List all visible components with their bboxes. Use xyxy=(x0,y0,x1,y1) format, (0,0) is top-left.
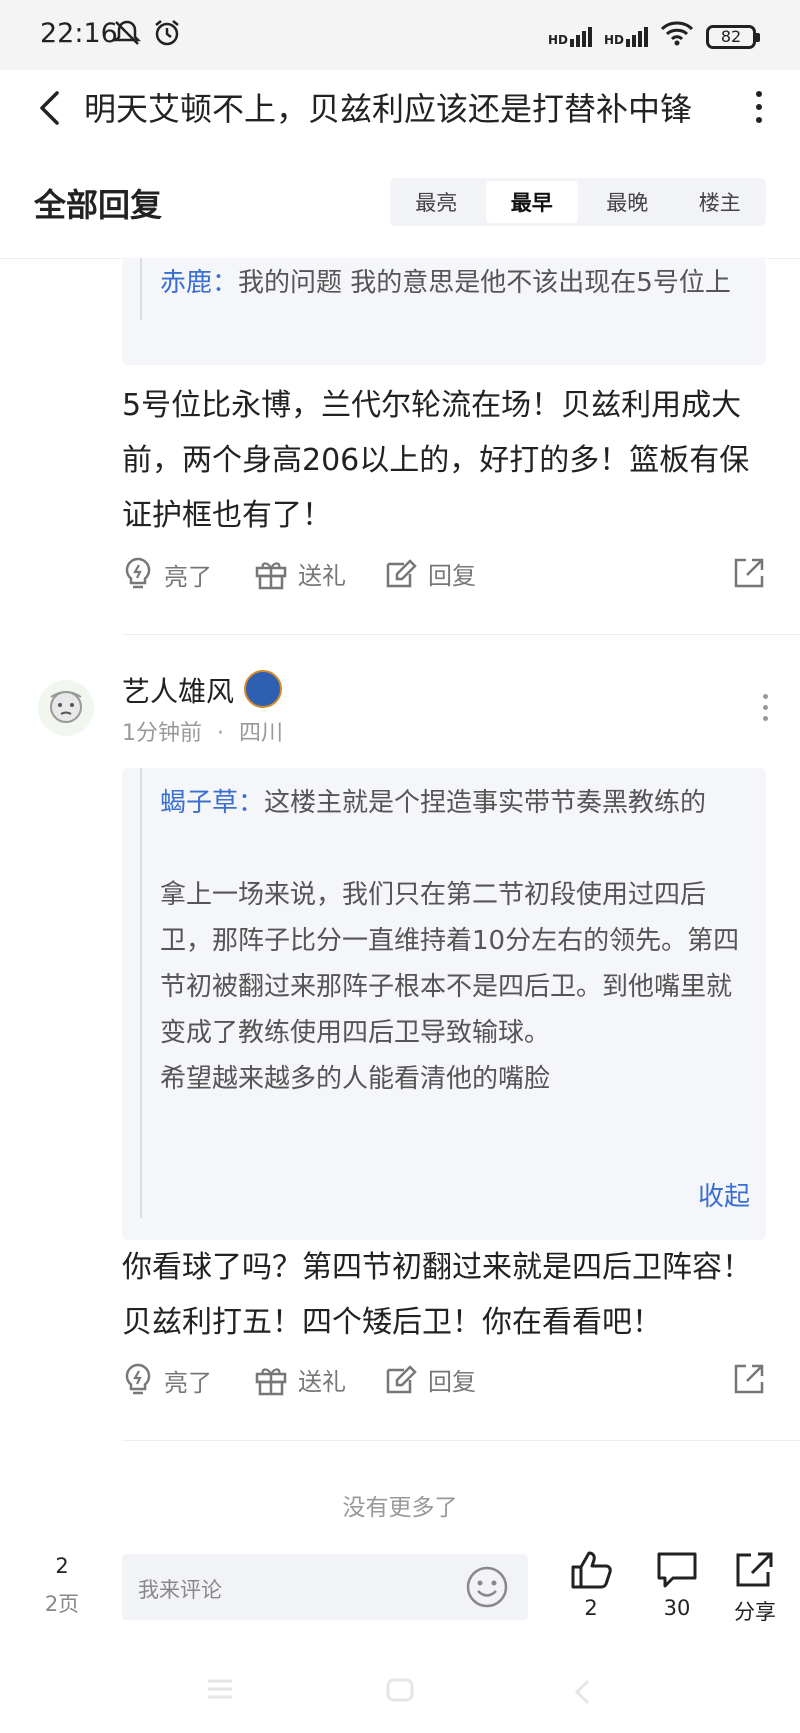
gift-icon xyxy=(255,561,287,589)
gift-label: 送礼 xyxy=(298,1368,346,1396)
alarm-icon xyxy=(152,18,182,55)
bottom-bar: 2 2页 我来评论 2 30 分享 xyxy=(0,1532,800,1642)
emoji-icon[interactable] xyxy=(464,1564,510,1614)
reply-label: 回复 xyxy=(428,1368,476,1396)
comment-input[interactable]: 我来评论 xyxy=(122,1554,528,1620)
share-label: 分享 xyxy=(734,1600,776,1624)
reply-label: 回复 xyxy=(428,562,476,590)
battery-icon: 82 xyxy=(706,24,760,49)
post-time: 1分钟前 xyxy=(122,721,202,746)
hd-label-2: HD xyxy=(603,32,624,47)
light-label: 亮了 xyxy=(164,1368,212,1397)
reply-text-2: 你看球了吗？第四节初翻过来就是四后卫阵容！贝兹利打五！四个矮后卫！你在看看吧！ xyxy=(122,1250,752,1340)
wifi-icon xyxy=(660,20,694,53)
comment-button[interactable]: 30 xyxy=(642,1550,712,1620)
post-location: 四川 xyxy=(239,721,284,746)
title-bar: 明天艾顿不上，贝兹利应该还是打替补中锋 xyxy=(0,70,800,147)
gift-button-2[interactable]: 送礼 xyxy=(254,1362,346,1397)
share-button[interactable]: 分享 xyxy=(720,1550,790,1626)
gift-icon xyxy=(255,1367,287,1395)
tab-op[interactable]: 楼主 xyxy=(674,178,767,226)
sort-tabs: 最亮 最早 最晚 楼主 xyxy=(390,178,766,226)
quote-box: 赤鹿：我的问题 我的意思是他不该出现在5号位上 xyxy=(122,258,766,365)
share-icon[interactable] xyxy=(732,556,766,594)
status-bar: 22:16 HD HD 82 xyxy=(0,0,800,70)
username[interactable]: 艺人雄风 xyxy=(122,670,234,710)
like-button[interactable]: 2 xyxy=(556,1550,626,1620)
reply-button[interactable]: 回复 xyxy=(384,556,476,591)
tab-brightest[interactable]: 最亮 xyxy=(390,178,483,226)
light-button[interactable]: 亮了 xyxy=(122,556,212,592)
comment-icon xyxy=(657,1552,697,1588)
reply-header: 全部回复 最亮 最早 最晚 楼主 xyxy=(0,146,800,259)
page-total: 2页 xyxy=(44,1592,80,1616)
quoted-line: 这楼主就是个捏造事实带节奏黑教练的 xyxy=(264,788,707,818)
tab-latest[interactable]: 最晚 xyxy=(581,178,674,226)
post-meta: 1分钟前 · 四川 xyxy=(122,715,283,747)
action-row: 亮了 送礼 回复 xyxy=(122,556,766,602)
thumbs-up-icon xyxy=(571,1551,612,1589)
light-label: 亮了 xyxy=(164,562,212,591)
comment-placeholder: 我来评论 xyxy=(138,1578,222,1602)
reply-text: 5号位比永博，兰代尔轮流在场！贝兹利用成大前，两个身高206以上的，好打的多！篮… xyxy=(122,388,750,533)
no-more-label: 没有更多了 xyxy=(342,1495,458,1521)
quoted-last-line: 希望越来越多的人能看清他的嘴脸 xyxy=(160,1064,551,1094)
reply-button-2[interactable]: 回复 xyxy=(384,1362,476,1397)
quoted-text: 我的问题 我的意思是他不该出现在5号位上 xyxy=(238,268,731,298)
collapse-button[interactable]: 收起 xyxy=(698,1176,750,1213)
comment-count: 30 xyxy=(663,1596,691,1620)
system-nav-bar xyxy=(0,1642,800,1733)
quoted-username-2[interactable]: 蝎子草： xyxy=(160,788,264,818)
back-icon[interactable] xyxy=(26,85,72,131)
signal-icon-2: HD xyxy=(603,26,648,47)
quoted-username[interactable]: 赤鹿： xyxy=(160,268,238,298)
light-button-2[interactable]: 亮了 xyxy=(122,1362,212,1398)
post-more-icon[interactable] xyxy=(763,694,768,721)
divider-2 xyxy=(122,1440,800,1441)
hd-label: HD xyxy=(547,32,568,47)
menu-icon[interactable] xyxy=(206,1678,234,1704)
page-title: 明天艾顿不上，贝兹利应该还是打替补中锋 xyxy=(84,90,693,128)
nav-back-icon[interactable] xyxy=(572,1678,592,1710)
lightbulb-icon xyxy=(125,1363,151,1395)
tab-earliest[interactable]: 最早 xyxy=(485,181,578,223)
like-count: 2 xyxy=(584,1596,598,1620)
edit-icon xyxy=(386,558,417,587)
avatar[interactable] xyxy=(38,680,94,736)
share-icon-2[interactable] xyxy=(732,1362,766,1400)
home-icon[interactable] xyxy=(386,1678,414,1706)
more-options-icon[interactable] xyxy=(744,82,774,132)
gift-label: 送礼 xyxy=(298,562,346,590)
divider xyxy=(122,634,800,635)
meta-separator: · xyxy=(217,721,224,746)
edit-icon xyxy=(386,1364,417,1393)
status-time: 22:16 xyxy=(40,18,118,49)
mute-icon xyxy=(112,18,142,55)
action-row-2: 亮了 送礼 回复 xyxy=(122,1362,766,1408)
all-replies-heading: 全部回复 xyxy=(34,186,163,224)
lightbulb-icon xyxy=(125,557,151,589)
signal-icon: HD xyxy=(547,26,592,47)
page-number[interactable]: 2 xyxy=(44,1554,80,1578)
gift-button[interactable]: 送礼 xyxy=(254,556,346,591)
share-icon xyxy=(736,1552,773,1587)
quote-box-2: 蝎子草：这楼主就是个捏造事实带节奏黑教练的 拿上一场来说，我们只在第二节初段使用… xyxy=(122,768,766,1240)
user-badge-icon xyxy=(244,670,282,708)
quoted-paragraph: 拿上一场来说，我们只在第二节初段使用过四后卫，那阵子比分一直维持着10分左右的领… xyxy=(160,880,740,1048)
